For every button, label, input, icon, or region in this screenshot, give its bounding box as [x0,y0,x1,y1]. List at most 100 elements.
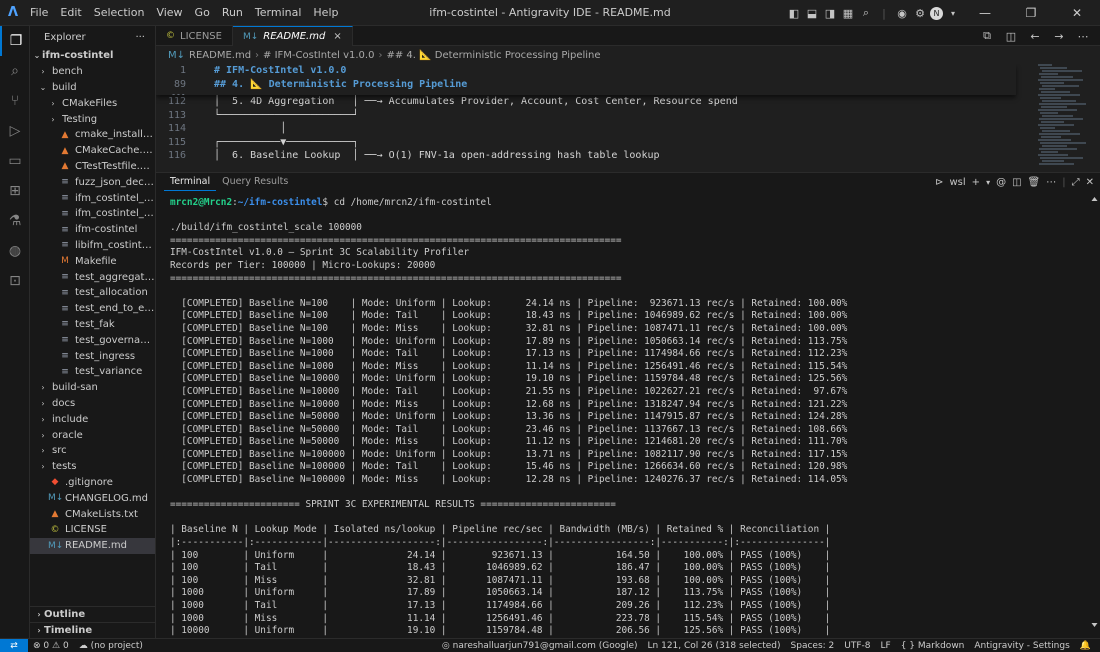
tree-folder[interactable]: › oracle [30,427,155,443]
gear-icon[interactable]: ⚙ [912,5,928,21]
tree-file[interactable]: ≡ fuzz_json_decoder [30,174,155,190]
close-button[interactable]: ✕ [1054,0,1100,26]
language-mode[interactable]: { } Markdown [896,641,970,651]
tree-file[interactable]: ≡ test_aggregation [30,269,155,285]
timeline-section[interactable]: › Timeline [30,622,155,638]
tree-folder[interactable]: ⌄ build [30,80,155,96]
sticky-scroll[interactable]: 1 # IFM-CostIntel v1.0.0 89 ## 4. 📐 Dete… [156,64,1016,95]
toggle-sidebar-icon[interactable]: ◧ [786,5,802,21]
settings-indicator[interactable]: Antigravity - Settings [969,641,1074,651]
terminal-scrollbar[interactable] [1091,197,1098,627]
line-ending[interactable]: LF [876,641,896,651]
account-indicator[interactable]: ◎ nareshalluarjun791@gmail.com (Google) [437,641,643,651]
outline-section[interactable]: › Outline [30,606,155,622]
terminal-output[interactable]: mrcn2@Mrcn2:~/ifm-costintel$ cd /home/mr… [170,197,1090,637]
notifications-icon[interactable]: 🔔 [1075,641,1096,651]
split-terminal-icon[interactable]: ◫ [1012,177,1021,188]
menu-selection[interactable]: Selection [88,0,151,26]
customize-layout-icon[interactable]: ▦ [840,5,856,21]
encoding[interactable]: UTF-8 [839,641,875,651]
tree-file[interactable]: M↓ CHANGELOG.md [30,490,155,506]
shell-name[interactable]: wsl [950,177,966,188]
tree-file[interactable]: ≡ ifm-costintel [30,222,155,238]
minimize-button[interactable]: — [962,0,1008,26]
menu-go[interactable]: Go [189,0,216,26]
tree-folder[interactable]: › bench [30,64,155,80]
tree-folder[interactable]: › src [30,443,155,459]
chevron-down-icon[interactable]: ▾ [945,5,961,21]
docker-icon[interactable]: ◍ [0,236,30,266]
tree-file[interactable]: ≡ test_end_to_end [30,301,155,317]
avatar[interactable]: N [930,6,943,20]
tab-readme[interactable]: M↓ README.md × [232,26,353,46]
tree-folder[interactable]: › build-san [30,380,155,396]
tree-folder[interactable]: › docs [30,396,155,412]
tree-file[interactable]: © LICENSE [30,522,155,538]
robot-icon[interactable]: ⊡ [0,266,30,296]
arrow-left-icon[interactable]: ← [1027,28,1043,44]
toggle-secondary-sidebar-icon[interactable]: ◨ [822,5,838,21]
tree-file[interactable]: ▲ CMakeLists.txt [30,506,155,522]
tree-file[interactable]: M↓ README.md [30,537,155,554]
tree-file[interactable]: ◆ .gitignore [30,475,155,491]
minimap[interactable] [1038,64,1088,172]
remote-indicator[interactable]: ⇄ [0,638,28,652]
remote-explorer-icon[interactable]: ▭ [0,146,30,176]
maximize-panel-icon[interactable]: ⤢ [1072,177,1080,188]
tree-file[interactable]: ▲ cmake_install.cmake [30,127,155,143]
more-actions-icon[interactable]: ··· [135,32,145,43]
tree-root[interactable]: ⌄ ifm-costintel [30,48,155,64]
project-indicator[interactable]: ☁ (no project) [74,641,148,651]
agent-icon[interactable]: ◉ [894,5,910,21]
tree-file[interactable]: ≡ test_fak [30,317,155,333]
breadcrumb-item[interactable]: # IFM-CostIntel v1.0.0 [263,50,374,61]
menu-file[interactable]: File [24,0,54,26]
tab-query-results[interactable]: Query Results [216,173,294,191]
tab-terminal[interactable]: Terminal [164,173,217,191]
extensions-icon[interactable]: ⊞ [0,176,30,206]
source-control-icon[interactable]: ⑂ [0,86,30,116]
menu-edit[interactable]: Edit [54,0,87,26]
indentation[interactable]: Spaces: 2 [786,641,840,651]
breadcrumb-item[interactable]: ## 4. 📐 Deterministic Processing Pipelin… [386,50,600,61]
trash-icon[interactable]: 🗑 [1028,177,1041,188]
split-editor-icon[interactable]: ◫ [1003,28,1019,44]
tree-file[interactable]: ▲ CMakeCache.txt [30,143,155,159]
tree-file[interactable]: M Makefile [30,253,155,269]
tree-folder[interactable]: › include [30,411,155,427]
arrow-right-icon[interactable]: → [1051,28,1067,44]
code-editor[interactable]: 1 # IFM-CostIntel v1.0.0 89 ## 4. 📐 Dete… [156,64,1100,172]
explorer-icon[interactable]: ❐ [0,26,30,56]
tree-folder[interactable]: › CMakeFiles [30,95,155,111]
search-icon[interactable]: ⌕ [0,56,30,86]
more-actions-icon[interactable]: ⋯ [1075,28,1091,44]
close-icon[interactable]: × [333,31,341,42]
more-actions-icon[interactable]: ⋯ [1046,177,1056,188]
tree-file[interactable]: ≡ ifm_costintel_bench [30,190,155,206]
close-icon[interactable]: ✕ [1086,177,1094,188]
maximize-button[interactable]: ❐ [1008,0,1054,26]
tree-folder[interactable]: › Testing [30,111,155,127]
breadcrumb-item[interactable]: README.md [189,50,251,61]
menu-terminal[interactable]: Terminal [249,0,308,26]
at-icon[interactable]: @ [996,177,1006,188]
run-debug-icon[interactable]: ▷ [0,116,30,146]
search-icon[interactable]: ⌕ [858,5,874,21]
menu-view[interactable]: View [150,0,188,26]
tree-file[interactable]: ≡ test_ingress [30,348,155,364]
testing-icon[interactable]: ⚗ [0,206,30,236]
tree-file[interactable]: ≡ test_allocation [30,285,155,301]
tree-file[interactable]: ▲ CTestTestfile.cmake [30,159,155,175]
open-preview-icon[interactable]: ⧉ [979,28,995,44]
problems-indicator[interactable]: ⊗ 0 ⚠ 0 [28,641,74,651]
menu-run[interactable]: Run [216,0,249,26]
tree-file[interactable]: ≡ test_governance [30,332,155,348]
tree-file[interactable]: ≡ libifm_costintel_lib.a [30,238,155,254]
cursor-position[interactable]: Ln 121, Col 26 (318 selected) [643,641,786,651]
antigravity-logo-icon[interactable]: Λ [2,0,24,26]
tree-file[interactable]: ≡ test_variance [30,364,155,380]
toggle-panel-icon[interactable]: ⬓ [804,5,820,21]
chevron-down-icon[interactable]: ▾ [986,178,990,187]
tree-folder[interactable]: › tests [30,459,155,475]
menu-help[interactable]: Help [307,0,344,26]
